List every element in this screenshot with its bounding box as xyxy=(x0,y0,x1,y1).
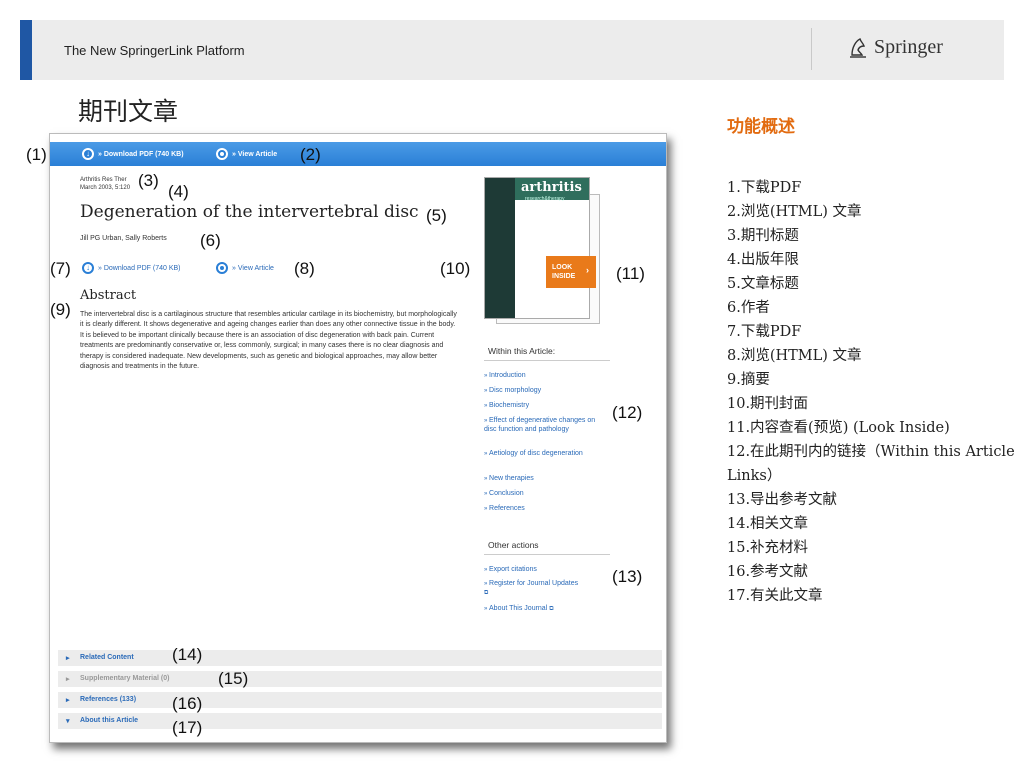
callout-4: (4) xyxy=(168,182,189,201)
page-title: 期刊文章 xyxy=(78,97,179,126)
feature-item: 4.出版年限 xyxy=(727,252,799,268)
caret-right-icon: ▸ xyxy=(66,655,70,662)
within-link-effect[interactable]: » Effect of degenerative changes on disc… xyxy=(484,417,604,434)
download-pdf-label: » Download PDF (740 KB) xyxy=(98,150,184,158)
feature-item: 11.内容查看(预览) (Look Inside) xyxy=(727,420,950,436)
callout-8: (8) xyxy=(294,259,315,278)
springer-horse-icon xyxy=(850,38,866,58)
cover-subtitle: research&therapy xyxy=(525,196,565,202)
callout-15: (15) xyxy=(218,669,249,688)
authors[interactable]: Jill PG Urban, Sally Roberts xyxy=(80,235,167,242)
accordion-related-content[interactable]: ▸ Related Content xyxy=(58,650,662,666)
feature-item: 12.在此期刊内的链接（Within this Article Links） xyxy=(727,444,1015,484)
eye-icon xyxy=(216,262,228,274)
header-title: The New SpringerLink Platform xyxy=(64,43,245,58)
within-link-aetiology[interactable]: » Aetiology of disc degeneration xyxy=(484,450,604,459)
springer-logo: Springer xyxy=(848,33,943,61)
journal-cover[interactable]: arthritis research&therapy xyxy=(484,177,590,319)
callout-7: (7) xyxy=(50,259,71,278)
callout-10: (10) xyxy=(440,259,471,278)
download-pdf-link[interactable]: ↓ » Download PDF (740 KB) xyxy=(82,262,180,274)
callout-13: (13) xyxy=(612,567,643,586)
feature-item: 1.下载PDF xyxy=(727,180,802,196)
callout-14: (14) xyxy=(172,645,203,664)
abstract-text: The intervertebral disc is a cartilagino… xyxy=(80,311,457,371)
callout-3: (3) xyxy=(138,171,159,190)
feature-item: 10.期刊封面 xyxy=(727,396,809,412)
feature-item: 9.摘要 xyxy=(727,372,770,388)
about-journal-link[interactable]: » About This Journal ⧉ xyxy=(484,605,604,614)
download-pdf-label: » Download PDF (740 KB) xyxy=(98,264,181,272)
download-icon: ↓ xyxy=(82,148,94,160)
callout-6: (6) xyxy=(200,231,221,250)
divider xyxy=(484,554,610,555)
callout-9: (9) xyxy=(50,300,71,319)
callout-17: (17) xyxy=(172,718,203,737)
within-article-heading: Within this Article: xyxy=(488,346,556,356)
caret-right-icon: ▸ xyxy=(66,697,70,704)
feature-item: 3.期刊标题 xyxy=(727,228,799,244)
feature-item: 5.文章标题 xyxy=(727,276,799,292)
other-actions-heading: Other actions xyxy=(488,540,539,550)
export-citations-link[interactable]: » Export citations xyxy=(484,566,604,575)
divider xyxy=(484,360,610,361)
callout-12: (12) xyxy=(612,403,643,422)
header-divider xyxy=(811,28,812,70)
feature-item: 13.导出参考文献 xyxy=(727,492,838,508)
view-article-label: » View Article xyxy=(232,264,274,272)
callout-16: (16) xyxy=(172,694,203,713)
cover-spine xyxy=(485,178,515,318)
feature-item: 15.补充材料 xyxy=(727,540,809,556)
view-article-label: » View Article xyxy=(232,150,278,158)
callout-2: (2) xyxy=(300,145,321,164)
journal-title[interactable]: Arthritis Res Ther xyxy=(80,176,127,184)
within-link-references[interactable]: » References xyxy=(484,505,604,514)
cover-title: arthritis xyxy=(521,180,582,195)
article-screenshot: ↓ » Download PDF (740 KB) » View Article… xyxy=(49,133,667,743)
logo-text: Springer xyxy=(874,35,943,58)
feature-item: 2.浏览(HTML) 文章 xyxy=(727,204,862,220)
external-link-icon: ⧉ xyxy=(484,589,489,596)
top-action-bar: ↓ » Download PDF (740 KB) » View Article xyxy=(50,142,666,166)
download-icon: ↓ xyxy=(82,262,94,274)
callout-11: (11) xyxy=(616,264,645,283)
feature-item: 17.有关此文章 xyxy=(727,588,823,604)
register-updates-link[interactable]: » Register for Journal Updates ⧉ xyxy=(484,580,584,597)
chevron-right-icon: › xyxy=(586,265,589,275)
header-accent xyxy=(20,20,32,80)
caret-right-icon: ▸ xyxy=(66,676,70,683)
within-link-new-therapies[interactable]: » New therapies xyxy=(484,475,604,484)
features-list: 1.下载PDF 2.浏览(HTML) 文章 3.期刊标题 4.出版年限 5.文章… xyxy=(727,176,1017,608)
caret-down-icon: ▾ xyxy=(66,718,70,725)
accordion-references[interactable]: ▸ References (133) xyxy=(58,692,662,708)
view-article-link-top[interactable]: » View Article xyxy=(216,148,277,160)
article-title: Degeneration of the intervertebral disc xyxy=(80,202,419,222)
publication-date: March 2003, 5:120 xyxy=(80,185,131,191)
feature-item: 7.下载PDF xyxy=(727,324,802,340)
feature-item: 16.参考文献 xyxy=(727,564,809,580)
within-link-conclusion[interactable]: » Conclusion xyxy=(484,490,604,499)
feature-item: 14.相关文章 xyxy=(727,516,809,532)
external-link-icon: ⧉ xyxy=(549,606,554,612)
callout-1: (1) xyxy=(26,145,47,164)
within-link-biochemistry[interactable]: » Biochemistry xyxy=(484,402,604,411)
view-article-link[interactable]: » View Article xyxy=(216,262,274,274)
accordion-about-article[interactable]: ▾ About this Article xyxy=(58,713,662,729)
accordion-supplementary-material: ▸ Supplementary Material (0) xyxy=(58,671,662,687)
abstract-heading: Abstract xyxy=(80,288,137,303)
download-pdf-link-top[interactable]: ↓ » Download PDF (740 KB) xyxy=(82,148,184,160)
feature-item: 8.浏览(HTML) 文章 xyxy=(727,348,862,364)
feature-item: 6.作者 xyxy=(727,300,770,316)
within-link-introduction[interactable]: » Introduction xyxy=(484,372,604,381)
callout-5: (5) xyxy=(426,206,447,225)
features-heading: 功能概述 xyxy=(727,117,795,136)
within-link-disc-morphology[interactable]: » Disc morphology xyxy=(484,387,604,396)
look-inside-button[interactable]: LOOK INSIDE › xyxy=(546,256,596,288)
look-inside-label: LOOK INSIDE xyxy=(552,264,576,280)
eye-icon xyxy=(216,148,228,160)
